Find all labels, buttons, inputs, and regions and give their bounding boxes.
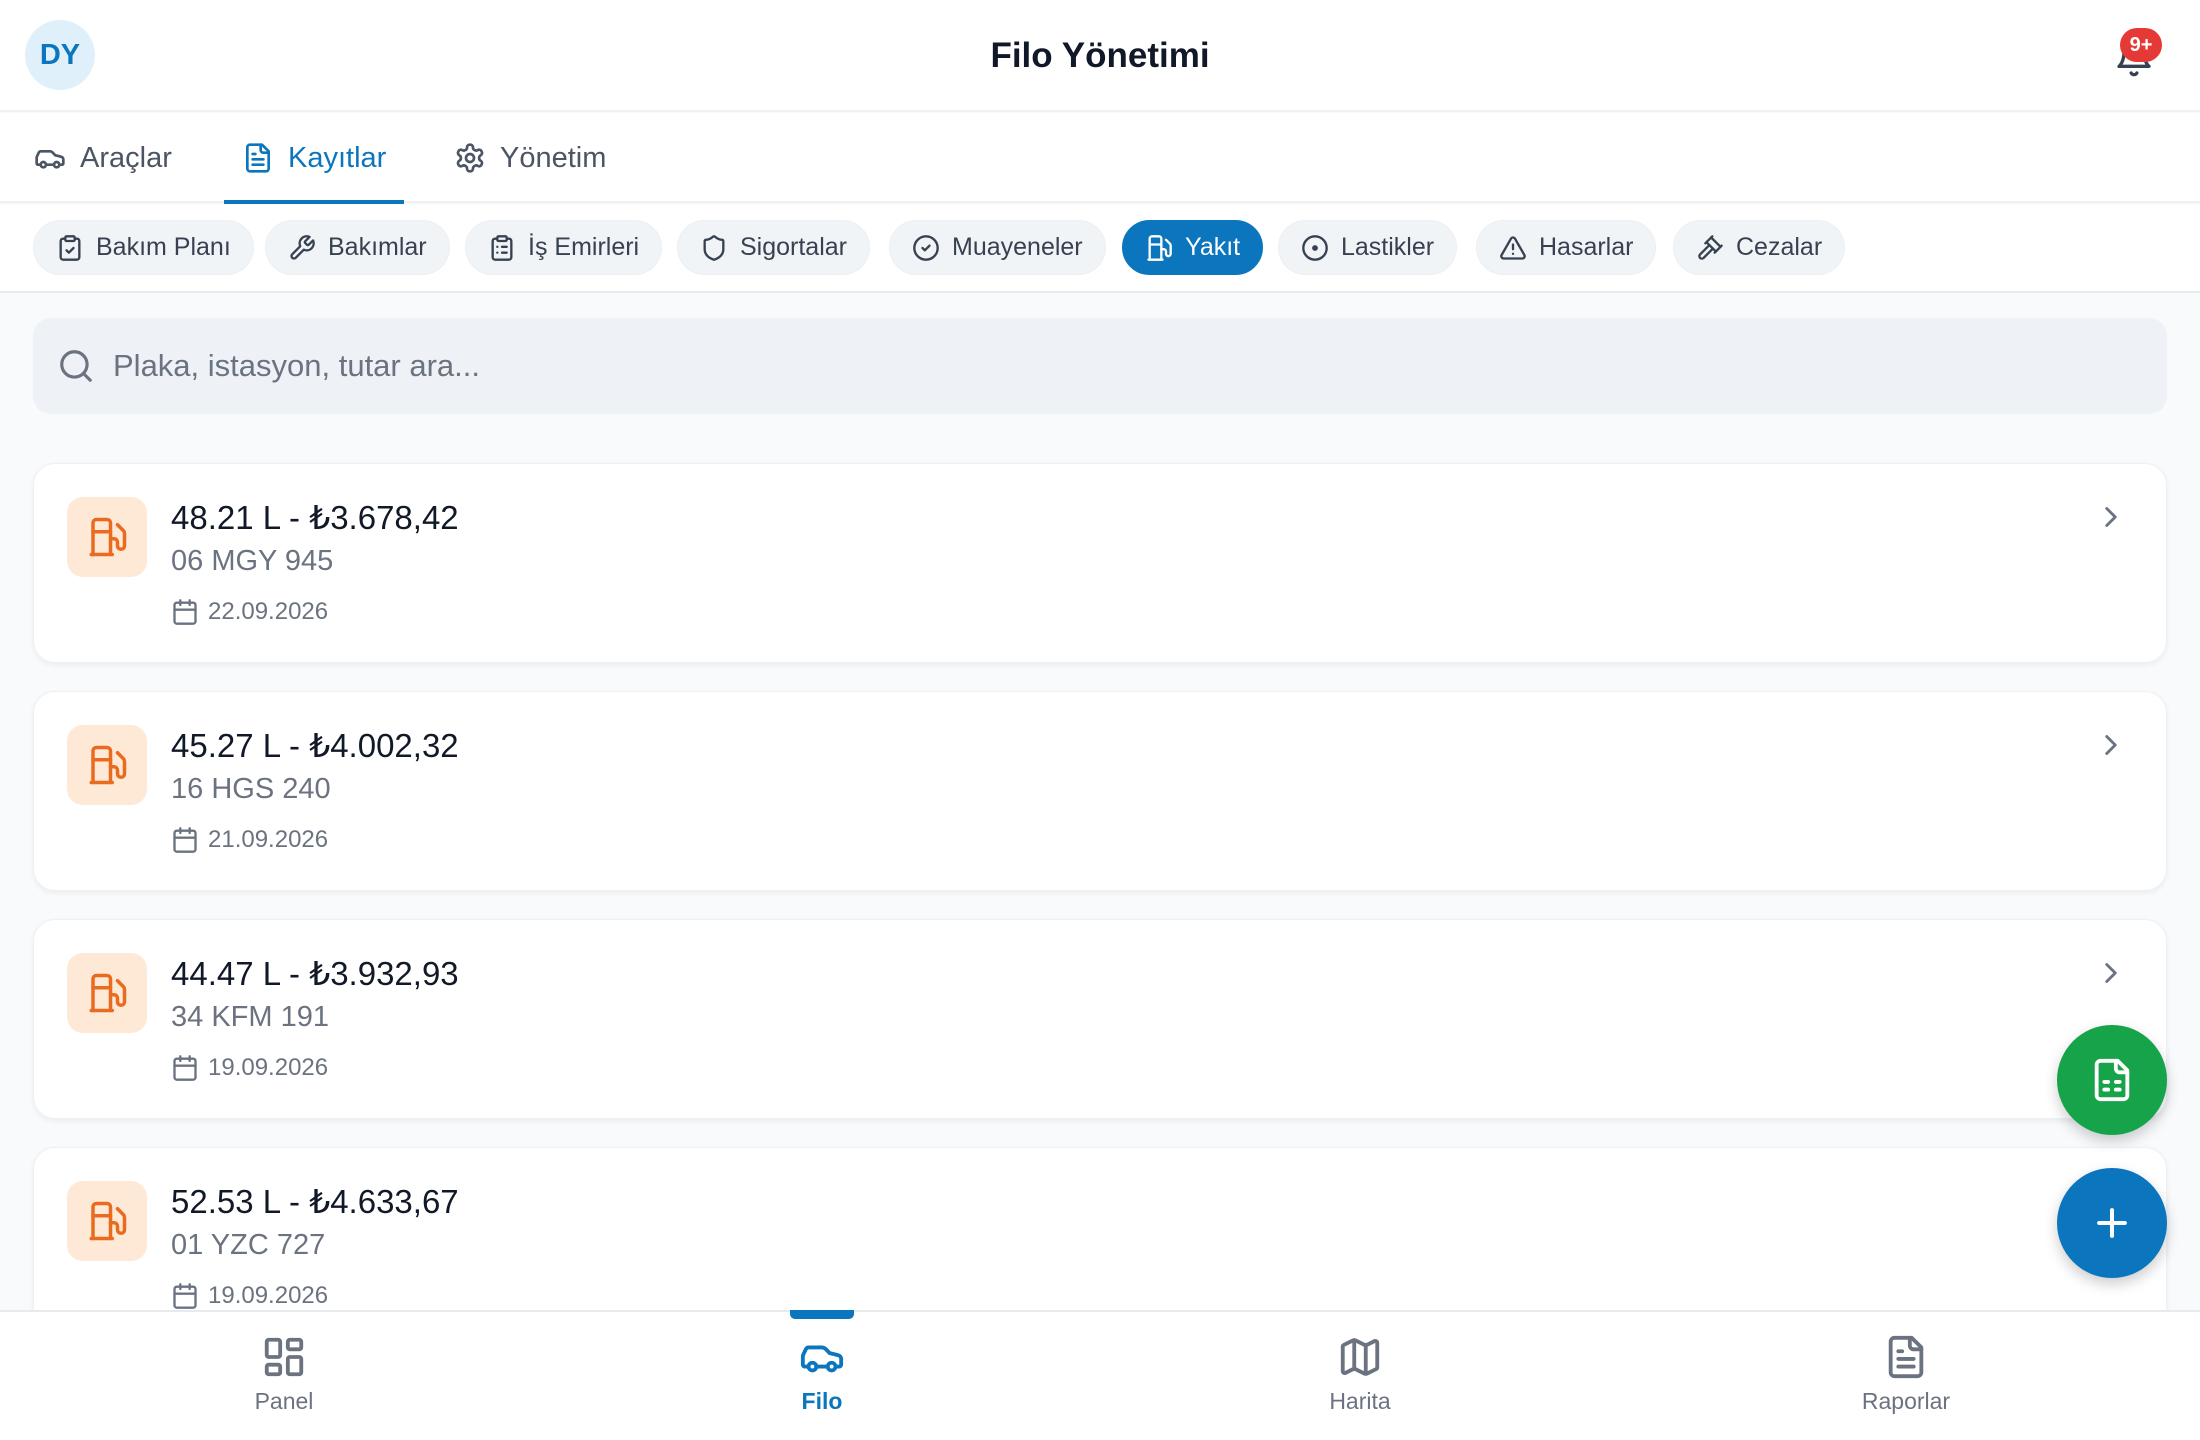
chip-sigortalar[interactable]: Sigortalar [677,220,870,275]
record-date-text: 21.09.2026 [208,826,329,853]
clipboard-list-icon [491,234,513,261]
record-plate: 16 HGS 240 [171,773,331,805]
nav-raporlar[interactable]: Raporlar [1756,1312,2056,1440]
notifications-button[interactable]: 9+ [2110,28,2162,82]
spreadsheet-icon [2094,1058,2130,1102]
chip-bakimlar[interactable]: Bakımlar [265,220,450,275]
calendar-icon [173,1055,197,1081]
tab-yonetim[interactable]: Yönetim [436,113,624,203]
record-title: 45.27 L - ₺4.002,32 [171,727,459,764]
top-header: DY Filo Yönetimi 9+ [0,0,2200,112]
nav-filo[interactable]: Filo [672,1312,972,1440]
calendar-icon [173,827,197,853]
export-report-button[interactable] [2057,1025,2167,1135]
gear-icon [456,143,484,173]
nav-harita[interactable]: Harita [1210,1312,1510,1440]
record-title: 48.21 L - ₺3.678,42 [171,499,459,536]
calendar-icon [173,599,197,625]
fuel-icon [1147,234,1172,261]
tab-label: Kayıtlar [288,141,387,174]
record-plate: 06 MGY 945 [171,545,334,577]
chip-muayeneler[interactable]: Muayeneler [889,220,1106,275]
gavel-icon [1698,234,1723,260]
chip-bakim-plani[interactable]: Bakım Planı [33,220,254,275]
tab-araclar[interactable]: Araçlar [16,113,190,203]
calendar-icon [173,1283,197,1309]
chip-label: Bakım Planı [96,233,231,261]
clipboard-check-icon [59,234,81,261]
fuel-icon [67,497,147,577]
chip-hasarlar[interactable]: Hasarlar [1476,220,1657,275]
grid-icon [264,1337,304,1377]
record-date-text: 22.09.2026 [208,598,329,625]
chip-cezalar[interactable]: Cezalar [1673,220,1846,275]
report-icon [1888,1335,1924,1379]
app-root: DY Filo Yönetimi 9+ Araçlar Kayıtlar Yön… [0,0,2200,1440]
record-plate: 01 YZC 727 [171,1229,326,1261]
fuel-record-card[interactable]: 48.21 L - ₺3.678,42 06 MGY 945 22.09.202… [33,463,2167,663]
search-icon [60,350,92,382]
tab-label: Araçlar [80,141,172,174]
check-circle-icon [913,234,939,261]
chip-yakit[interactable]: Yakıt [1122,220,1264,275]
record-date-text: 19.09.2026 [208,1282,329,1309]
chip-label: Cezalar [1736,233,1823,261]
record-date: 21.09.2026 [171,826,328,854]
record-title: 52.53 L - ₺4.633,67 [171,1183,459,1220]
add-record-button[interactable] [2057,1168,2167,1278]
search-bar[interactable] [33,318,2167,414]
chevron-right-icon [2105,963,2117,983]
map-icon [1340,1338,1380,1376]
active-nav-indicator [790,1310,854,1319]
page-title: Filo Yönetimi [990,36,1210,75]
nav-label: Harita [1329,1388,1391,1414]
nav-label: Panel [254,1388,314,1414]
nav-label: Filo [801,1388,843,1414]
chip-lastikler[interactable]: Lastikler [1278,220,1458,275]
fuel-icon [67,953,147,1033]
warning-icon [1500,235,1526,260]
record-date: 19.09.2026 [171,1054,328,1082]
chip-label: Lastikler [1341,233,1435,261]
chevron-right-icon [2105,507,2117,527]
record-date: 19.09.2026 [171,1282,328,1310]
record-date: 22.09.2026 [171,598,328,626]
fuel-icon [67,725,147,805]
fuel-record-card[interactable]: 45.27 L - ₺4.002,32 16 HGS 240 21.09.202… [33,691,2167,891]
car-icon [800,1345,844,1373]
chevron-right-icon [2105,735,2117,755]
category-chips: Bakım Planı Bakımlar İş Emirleri Sigorta… [0,205,2200,293]
chip-label: Yakıt [1185,233,1241,261]
tab-label: Yönetim [500,141,607,174]
notification-badge: 9+ [2120,28,2162,62]
chip-label: Hasarlar [1539,233,1634,261]
chip-label: Muayeneler [952,233,1083,261]
nav-label: Raporlar [1861,1388,1951,1414]
record-title: 44.47 L - ₺3.932,93 [171,955,459,992]
record-date-text: 19.09.2026 [208,1054,329,1081]
fuel-record-card[interactable]: 44.47 L - ₺3.932,93 34 KFM 191 19.09.202… [33,919,2167,1119]
user-avatar[interactable]: DY [25,20,95,90]
tire-icon [1302,234,1328,261]
fuel-icon [67,1181,147,1261]
car-icon [35,150,65,169]
tab-kayitlar[interactable]: Kayıtlar [224,113,405,204]
wrench-icon [290,234,315,260]
chip-label: İş Emirleri [528,233,640,261]
plus-icon [2097,1208,2127,1238]
chip-label: Bakımlar [328,233,427,261]
nav-panel[interactable]: Panel [134,1312,434,1440]
chip-is-emirleri[interactable]: İş Emirleri [465,220,663,275]
document-icon [246,143,270,173]
search-input[interactable] [113,348,2013,384]
bottom-navigation: Panel Filo Harita Raporlar [0,1310,2200,1440]
chip-label: Sigortalar [740,233,847,261]
shield-icon [703,234,725,261]
record-plate: 34 KFM 191 [171,1001,329,1033]
main-tabs: Araçlar Kayıtlar Yönetim [0,113,2200,204]
